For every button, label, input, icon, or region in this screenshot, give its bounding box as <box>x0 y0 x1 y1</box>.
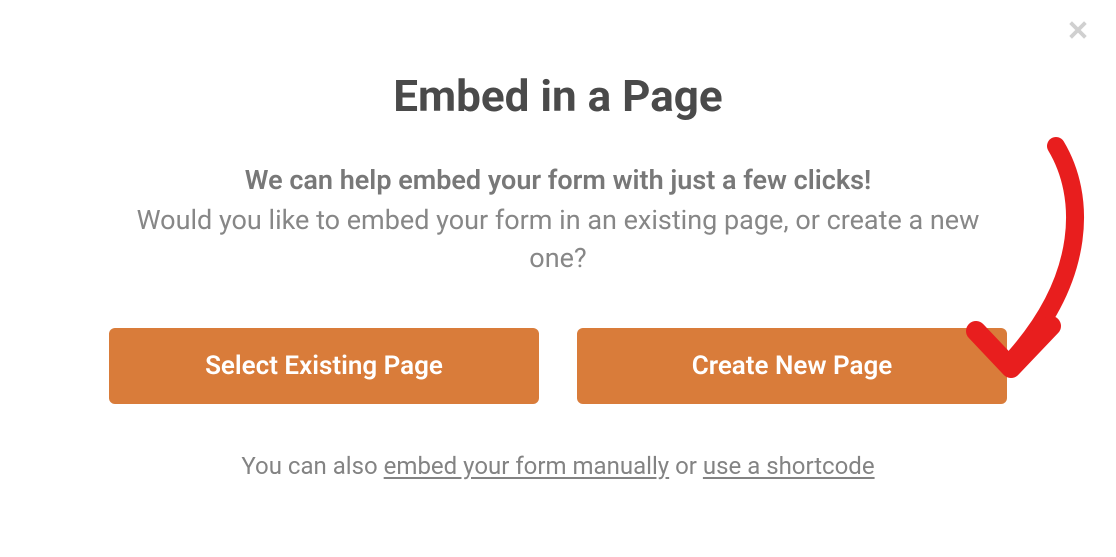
modal-subheading: We can help embed your form with just a … <box>0 164 1116 196</box>
footer-prefix: You can also <box>241 452 383 480</box>
select-existing-page-button[interactable]: Select Existing Page <box>109 328 539 404</box>
button-row: Select Existing Page Create New Page <box>0 328 1116 404</box>
embed-manually-link[interactable]: embed your form manually <box>384 452 669 480</box>
embed-modal: Embed in a Page We can help embed your f… <box>0 0 1116 480</box>
modal-question: Would you like to embed your form in an … <box>0 202 1116 278</box>
modal-title: Embed in a Page <box>0 70 1116 122</box>
create-new-page-button[interactable]: Create New Page <box>577 328 1007 404</box>
footer-text: You can also embed your form manually or… <box>0 452 1116 480</box>
footer-middle: or <box>669 452 703 480</box>
use-shortcode-link[interactable]: use a shortcode <box>703 452 875 480</box>
